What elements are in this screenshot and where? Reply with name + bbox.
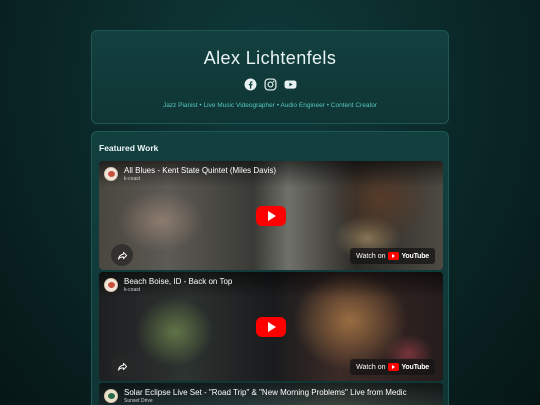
share-icon (117, 251, 127, 260)
video-channel: k-coast (124, 287, 141, 293)
video-channel: k-coast (124, 176, 141, 182)
facebook-icon[interactable] (244, 78, 257, 91)
watch-on-youtube-button[interactable]: Watch on YouTube (350, 359, 435, 375)
channel-avatar[interactable] (104, 167, 118, 181)
youtube-logo-icon: YouTube (388, 363, 429, 371)
play-button[interactable] (256, 316, 286, 337)
channel-avatar[interactable] (104, 278, 118, 292)
video-embed[interactable]: Solar Eclipse Live Set - "Road Trip" & "… (99, 383, 443, 405)
video-title[interactable]: Solar Eclipse Live Set - "Road Trip" & "… (124, 388, 407, 397)
play-icon (268, 321, 276, 332)
featured-work-title: Featured Work (99, 143, 159, 153)
share-icon (117, 362, 127, 371)
youtube-logo-icon: YouTube (388, 252, 429, 260)
video-embed[interactable]: Beach Boise, ID - Back on Top k-coast Wa… (99, 272, 443, 381)
video-embed[interactable]: All Blues - Kent State Quintet (Miles Da… (99, 161, 443, 270)
profile-header-card: Alex Lichtenfels Jazz Pianist • Live Mus… (91, 30, 449, 124)
share-button[interactable] (111, 355, 133, 377)
play-button[interactable] (256, 205, 286, 226)
social-links (92, 78, 448, 92)
share-button[interactable] (111, 244, 133, 266)
watch-on-youtube-button[interactable]: Watch on YouTube (350, 248, 435, 264)
watch-on-label: Watch on (356, 363, 386, 371)
youtube-wordmark: YouTube (401, 252, 429, 260)
youtube-icon[interactable] (284, 78, 297, 91)
youtube-wordmark: YouTube (401, 363, 429, 371)
watch-on-label: Watch on (356, 252, 386, 260)
instagram-icon[interactable] (263, 78, 277, 91)
channel-avatar[interactable] (104, 389, 118, 403)
featured-work-card: Featured Work All Blues - Kent State Qui… (91, 131, 449, 405)
video-channel: Sunset Drive (124, 398, 153, 404)
video-title[interactable]: All Blues - Kent State Quintet (Miles Da… (124, 166, 276, 175)
video-title[interactable]: Beach Boise, ID - Back on Top (124, 277, 232, 286)
play-icon (268, 210, 276, 221)
profile-name: Alex Lichtenfels (203, 48, 337, 68)
profile-tagline: Jazz Pianist • Live Music Videographer •… (162, 102, 378, 109)
